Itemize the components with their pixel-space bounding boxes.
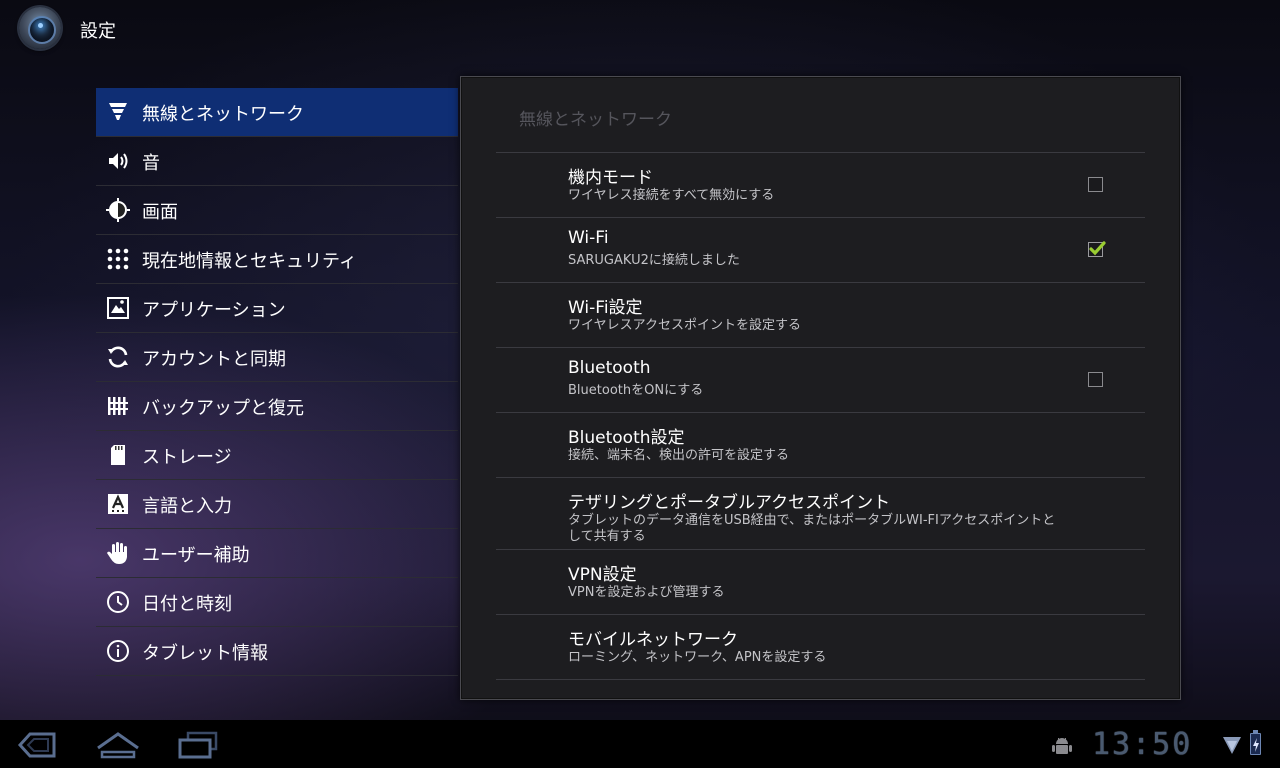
sidebar-item-language-input[interactable]: 言語と入力 xyxy=(96,480,458,529)
brightness-icon xyxy=(106,198,130,222)
action-bar: 設定 xyxy=(0,0,1280,56)
page-title: 設定 xyxy=(80,21,116,42)
pref-summary: ワイヤレス接続をすべて無効にする xyxy=(568,188,775,203)
sidebar-item-label: アカウントと同期 xyxy=(142,349,286,370)
airplane-mode-checkbox[interactable] xyxy=(1088,177,1103,192)
pref-title: 機内モード xyxy=(568,168,653,188)
settings-detail-panel: 無線とネットワーク 機内モード ワイヤレス接続をすべて無効にする Wi-Fi S… xyxy=(460,76,1181,700)
settings-category-list: 無線とネットワーク 音 画面 現在地情報とセキュリティ アプリケーション アカウ… xyxy=(96,88,458,676)
sidebar-item-label: 無線とネットワーク xyxy=(142,104,304,125)
sidebar-item-backup-restore[interactable]: バックアップと復元 xyxy=(96,382,458,431)
sidebar-item-label: 現在地情報とセキュリティ xyxy=(142,251,357,272)
hand-icon xyxy=(106,541,130,565)
applications-icon xyxy=(106,296,130,320)
clock[interactable]: 13:50 xyxy=(1092,726,1192,764)
pref-summary: SARUGAKU2に接続しました xyxy=(568,253,740,268)
pref-vpn-settings[interactable]: VPN設定 VPNを設定および管理する xyxy=(496,550,1145,615)
sidebar-item-about-tablet[interactable]: タブレット情報 xyxy=(96,627,458,676)
pref-title: テザリングとポータブルアクセスポイント xyxy=(568,493,891,513)
home-icon[interactable] xyxy=(96,730,140,760)
sidebar-item-storage[interactable]: ストレージ xyxy=(96,431,458,480)
charging-bolt-icon xyxy=(1252,737,1260,752)
sidebar-item-label: タブレット情報 xyxy=(142,643,268,664)
pref-title: Wi-Fi xyxy=(568,228,609,248)
sidebar-item-label: アプリケーション xyxy=(142,300,286,321)
pref-title: Wi-Fi設定 xyxy=(568,298,643,318)
clock-icon xyxy=(106,590,130,614)
info-icon xyxy=(106,639,130,663)
pref-title: Bluetooth xyxy=(568,358,651,378)
sync-icon xyxy=(106,345,130,369)
security-grid-icon xyxy=(106,247,130,271)
pref-bluetooth[interactable]: Bluetooth BluetoothをONにする xyxy=(496,348,1145,413)
sidebar-item-display[interactable]: 画面 xyxy=(96,186,458,235)
pref-bluetooth-settings[interactable]: Bluetooth設定 接続、端末名、検出の許可を設定する xyxy=(496,413,1145,478)
sidebar-item-location-security[interactable]: 現在地情報とセキュリティ xyxy=(96,235,458,284)
pref-airplane-mode[interactable]: 機内モード ワイヤレス接続をすべて無効にする xyxy=(496,153,1145,218)
pref-summary: ワイヤレスアクセスポイントを設定する xyxy=(568,318,801,333)
battery-charging-icon[interactable] xyxy=(1250,730,1261,755)
pref-summary: BluetoothをONにする xyxy=(568,383,704,398)
sidebar-item-accessibility[interactable]: ユーザー補助 xyxy=(96,529,458,578)
sidebar-item-label: 日付と時刻 xyxy=(142,594,232,615)
sidebar-item-accounts-sync[interactable]: アカウントと同期 xyxy=(96,333,458,382)
sidebar-item-label: ストレージ xyxy=(142,447,232,468)
sidebar-item-label: 音 xyxy=(142,153,160,174)
back-icon[interactable] xyxy=(16,730,58,760)
sidebar-item-label: 言語と入力 xyxy=(142,496,232,517)
pref-tethering-hotspot[interactable]: テザリングとポータブルアクセスポイント タブレットのデータ通信をUSB経由で、ま… xyxy=(496,478,1145,550)
settings-app-icon[interactable] xyxy=(19,7,61,49)
sidebar-item-label: ユーザー補助 xyxy=(142,545,250,566)
speaker-icon xyxy=(106,149,130,173)
pref-wifi-settings[interactable]: Wi-Fi設定 ワイヤレスアクセスポイントを設定する xyxy=(496,283,1145,348)
sidebar-item-applications[interactable]: アプリケーション xyxy=(96,284,458,333)
wifi-checkbox[interactable] xyxy=(1088,241,1106,257)
pref-summary: VPNを設定および管理する xyxy=(568,585,725,600)
wireless-icon xyxy=(106,100,130,124)
preference-list: 機内モード ワイヤレス接続をすべて無効にする Wi-Fi SARUGAKU2に接… xyxy=(496,152,1145,680)
sidebar-item-date-time[interactable]: 日付と時刻 xyxy=(96,578,458,627)
recent-apps-icon[interactable] xyxy=(176,730,220,760)
bluetooth-checkbox[interactable] xyxy=(1088,372,1103,387)
wifi-signal-icon[interactable] xyxy=(1222,735,1242,755)
sidebar-item-label: バックアップと復元 xyxy=(142,398,304,419)
system-bar xyxy=(0,720,1280,768)
backup-icon xyxy=(106,394,130,418)
sidebar-item-label: 画面 xyxy=(142,202,178,223)
pref-title: Bluetooth設定 xyxy=(568,428,685,448)
check-icon xyxy=(1088,240,1106,262)
language-icon xyxy=(106,492,130,516)
sd-card-icon xyxy=(106,443,130,467)
pref-summary: ローミング、ネットワーク、APNを設定する xyxy=(568,650,827,665)
android-debug-icon[interactable] xyxy=(1051,736,1073,756)
pref-summary: 接続、端末名、検出の許可を設定する xyxy=(568,448,790,463)
pref-mobile-networks[interactable]: モバイルネットワーク ローミング、ネットワーク、APNを設定する xyxy=(496,615,1145,680)
panel-header: 無線とネットワーク xyxy=(519,110,672,130)
pref-wifi[interactable]: Wi-Fi SARUGAKU2に接続しました xyxy=(496,218,1145,283)
pref-title: VPN設定 xyxy=(568,565,637,585)
pref-title: モバイルネットワーク xyxy=(568,630,738,650)
pref-summary: タブレットのデータ通信をUSB経由で、またはポータブルWI-FIアクセスポイント… xyxy=(568,513,1056,544)
sidebar-item-sound[interactable]: 音 xyxy=(96,137,458,186)
sidebar-item-wireless-networks[interactable]: 無線とネットワーク xyxy=(96,88,458,137)
